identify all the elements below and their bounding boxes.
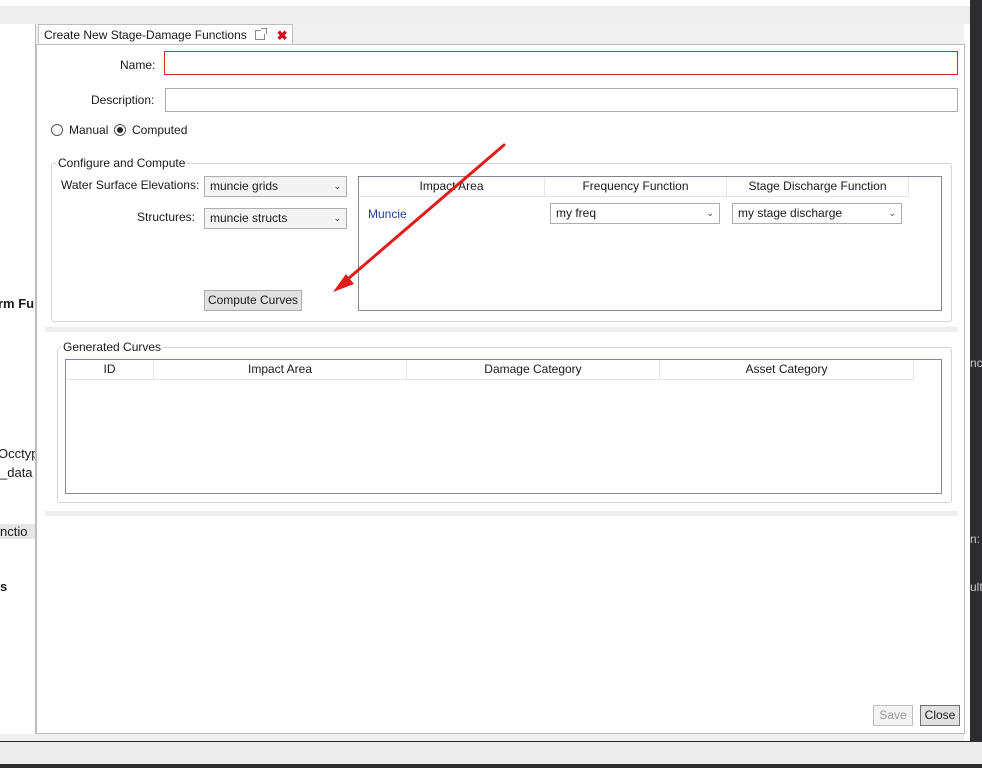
- compute-curves-button[interactable]: Compute Curves: [204, 290, 302, 311]
- description-input[interactable]: [165, 88, 958, 112]
- column-header-impact-area[interactable]: Impact Area: [359, 177, 545, 196]
- column-header-asset-category[interactable]: Asset Category: [660, 360, 914, 379]
- save-button[interactable]: Save: [873, 705, 913, 726]
- column-header-frequency-function[interactable]: Frequency Function: [545, 177, 727, 196]
- generated-curves-table: ID Impact Area Damage Category Asset Cat…: [65, 359, 942, 494]
- left-fragment: _data: [0, 465, 33, 480]
- impact-area-table-header: Impact Area Frequency Function Stage Dis…: [359, 177, 909, 197]
- computed-radio-label[interactable]: Computed: [132, 123, 187, 137]
- close-icon[interactable]: ✖: [277, 29, 288, 42]
- chevron-down-icon: ⌄: [333, 213, 341, 223]
- editor-content: Name: Description: Manual Computed Confi…: [36, 44, 965, 734]
- structures-select-value: muncie structs: [210, 211, 288, 225]
- description-label: Description:: [91, 93, 155, 107]
- impact-area-table: Impact Area Frequency Function Stage Dis…: [358, 176, 942, 311]
- frequency-function-value: my freq: [556, 206, 597, 220]
- computed-radio[interactable]: [114, 124, 126, 136]
- name-label: Name:: [120, 58, 156, 72]
- manual-radio-label[interactable]: Manual: [69, 123, 108, 137]
- right-fragment: nc: [970, 356, 982, 370]
- wse-label: Water Surface Elevations:: [61, 178, 200, 192]
- structures-select[interactable]: muncie structs ⌄: [204, 208, 347, 229]
- chevron-down-icon: ⌄: [706, 208, 714, 218]
- left-fragment: nctio: [0, 524, 35, 539]
- right-fragment: ult: [970, 580, 982, 594]
- name-input[interactable]: [164, 51, 958, 75]
- tab-create-stage-damage[interactable]: Create New Stage-Damage Functions ✖: [38, 24, 293, 45]
- generated-curves-table-header: ID Impact Area Damage Category Asset Cat…: [66, 360, 914, 380]
- column-header-damage-category[interactable]: Damage Category: [407, 360, 660, 379]
- chevron-down-icon: ⌄: [333, 181, 341, 191]
- frequency-function-select[interactable]: my freq ⌄: [550, 203, 720, 224]
- bottom-dark-line: [0, 764, 982, 768]
- stage-discharge-value: my stage discharge: [738, 206, 843, 220]
- impact-area-cell[interactable]: Muncie: [368, 207, 407, 221]
- right-fragment: n:: [970, 532, 981, 546]
- tab-title: Create New Stage-Damage Functions: [44, 28, 247, 42]
- tab-strip-background: [0, 6, 970, 24]
- left-fragment: s: [0, 579, 8, 594]
- chevron-down-icon: ⌄: [888, 208, 896, 218]
- left-fragment: rm Fu: [0, 296, 35, 311]
- wse-select-value: muncie grids: [210, 179, 279, 193]
- section-splitter[interactable]: [45, 327, 958, 332]
- configure-group-title: Configure and Compute: [56, 156, 188, 170]
- column-header-impact-area[interactable]: Impact Area: [154, 360, 407, 379]
- pop-out-icon[interactable]: [254, 28, 267, 40]
- wse-select[interactable]: muncie grids ⌄: [204, 176, 347, 197]
- close-button[interactable]: Close: [920, 705, 960, 726]
- right-dark-border: [970, 0, 982, 768]
- structures-label: Structures:: [137, 210, 196, 224]
- column-header-id[interactable]: ID: [66, 360, 154, 379]
- background-left-panel: rm Fu Occtyp _data nctio s ›: [0, 24, 36, 734]
- section-splitter[interactable]: [45, 511, 958, 516]
- column-header-stage-discharge[interactable]: Stage Discharge Function: [727, 177, 909, 196]
- generated-curves-title: Generated Curves: [61, 340, 164, 354]
- manual-radio[interactable]: [51, 124, 63, 136]
- left-fragment: Occtyp: [0, 446, 35, 461]
- stage-discharge-select[interactable]: my stage discharge ⌄: [732, 203, 902, 224]
